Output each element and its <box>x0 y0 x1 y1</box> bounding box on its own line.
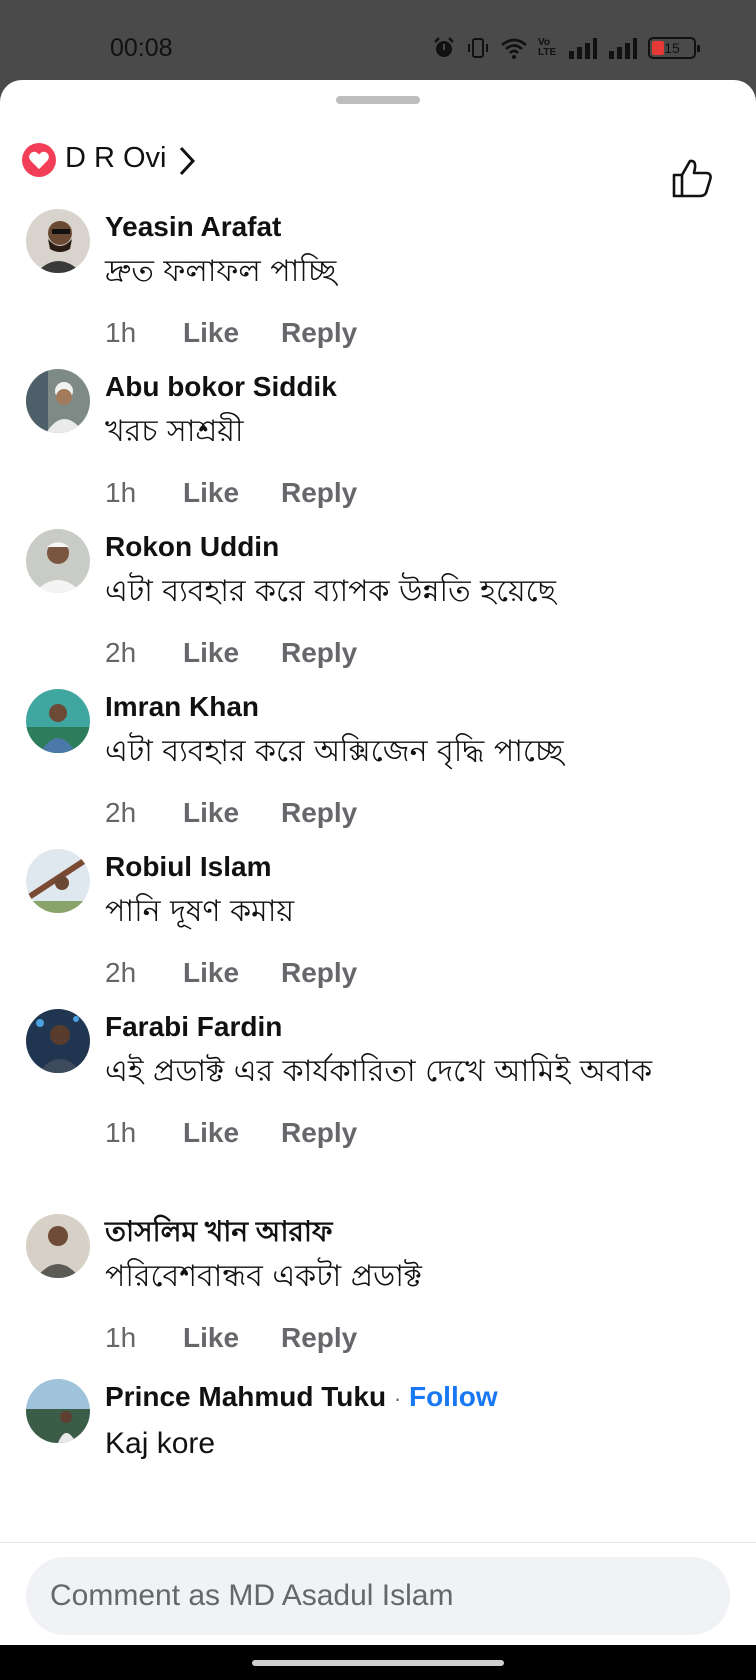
comment-item: Abu bokor Siddik খরচ সাশ্রয়ী 1h Like Re… <box>0 365 756 525</box>
signal-icon <box>609 38 637 59</box>
like-button[interactable]: Like <box>183 477 281 513</box>
comment-actions: 1h Like Reply <box>105 477 716 513</box>
comment-author[interactable]: Rokon Uddin <box>105 525 716 565</box>
comment-actions: 1h Like Reply <box>105 1322 716 1358</box>
comment-author[interactable]: Imran Khan <box>105 685 716 725</box>
comment-time: 1h <box>105 317 137 348</box>
comment-item: Robiul Islam পানি দূষণ কমায় 2h Like Rep… <box>0 845 756 1005</box>
comment-author: Prince Mahmud Tuku · Follow <box>105 1375 716 1417</box>
like-button[interactable]: Like <box>183 1322 281 1358</box>
comment-input[interactable]: Comment as MD Asadul Islam <box>26 1557 730 1635</box>
comment-text: খরচ সাশ্রয়ী <box>105 414 244 449</box>
chevron-right-icon[interactable] <box>176 144 198 178</box>
comment-text: পানি দূষণ কমায় <box>105 894 295 929</box>
comment-text: এটা ব্যবহার করে ব্যাপক উন্নতি হয়েছে <box>105 574 556 609</box>
comment-author[interactable]: তাসলিম খান আরাফ <box>105 1210 716 1250</box>
comment-text: দ্রুত ফলাফল পাচ্ছি <box>105 254 337 289</box>
comment-time: 2h <box>105 797 137 828</box>
wifi-icon <box>501 38 527 59</box>
comment-text: Kaj kore <box>105 1427 216 1460</box>
volte-icon: Vo LTE <box>538 37 557 58</box>
like-button[interactable]: Like <box>183 637 281 673</box>
comment-actions: 1h Like Reply <box>105 1117 716 1153</box>
avatar[interactable] <box>26 209 90 273</box>
status-time: 00:08 <box>110 34 173 62</box>
comment-item: Yeasin Arafat দ্রুত ফলাফল পাচ্ছি 1h Like… <box>0 205 756 365</box>
heart-icon <box>22 143 56 177</box>
avatar[interactable] <box>26 689 90 753</box>
comment-list: Yeasin Arafat দ্রুত ফলাফল পাচ্ছি 1h Like… <box>0 205 756 1495</box>
comment-item: Farabi Fardin এই প্রডাক্ট এর কার্যকারিতা… <box>0 1005 756 1210</box>
thumbs-up-icon[interactable] <box>670 156 714 200</box>
status-icons: Vo LTE 15 <box>432 36 700 60</box>
navigation-bar <box>0 1645 756 1680</box>
comment-actions: 2h Like Reply <box>105 637 716 673</box>
comment-author[interactable]: Yeasin Arafat <box>105 205 716 245</box>
comment-item: তাসলিম খান আরাফ পরিবেশবান্ধব একটা প্রডাক… <box>0 1210 756 1375</box>
reply-button[interactable]: Reply <box>281 957 357 993</box>
comment-time: 1h <box>105 1117 137 1148</box>
comment-time: 1h <box>105 1322 137 1353</box>
separator-dot: · <box>393 1386 402 1411</box>
comment-actions: 2h Like Reply <box>105 797 716 833</box>
like-button[interactable]: Like <box>183 317 281 353</box>
comment-author[interactable]: Abu bokor Siddik <box>105 365 716 405</box>
comment-text: এই প্রডাক্ট এর কার্যকারিতা দেখে আমিই অবা… <box>105 1054 653 1089</box>
comment-item: Imran Khan এটা ব্যবহার করে অক্সিজেন বৃদ্… <box>0 685 756 845</box>
avatar[interactable] <box>26 369 90 433</box>
sheet-header: D R Ovi <box>0 122 756 198</box>
alarm-icon <box>434 37 454 57</box>
comment-item: Prince Mahmud Tuku · Follow Kaj kore <box>0 1375 756 1495</box>
status-bar: 00:08 Vo LTE 15 <box>0 0 756 80</box>
comment-author[interactable]: Farabi Fardin <box>105 1005 716 1045</box>
reply-button[interactable]: Reply <box>281 317 357 353</box>
comment-time: 2h <box>105 637 137 668</box>
reply-button[interactable]: Reply <box>281 477 357 513</box>
home-indicator[interactable] <box>252 1660 504 1666</box>
reply-button[interactable]: Reply <box>281 1322 357 1358</box>
comment-actions: 2h Like Reply <box>105 957 716 993</box>
comment-author-name[interactable]: Prince Mahmud Tuku <box>105 1381 386 1412</box>
sheet-grabber[interactable] <box>336 96 420 104</box>
comment-text: পরিবেশবান্ধব একটা প্রডাক্ট <box>105 1259 423 1294</box>
comment-item: Rokon Uddin এটা ব্যবহার করে ব্যাপক উন্নত… <box>0 525 756 685</box>
reply-button[interactable]: Reply <box>281 797 357 833</box>
comment-time: 1h <box>105 477 137 508</box>
reactor-name[interactable]: D R Ovi <box>65 142 167 175</box>
signal-icon <box>569 38 597 59</box>
avatar[interactable] <box>26 529 90 593</box>
like-button[interactable]: Like <box>183 797 281 833</box>
battery-icon: 15 <box>648 37 700 59</box>
reply-button[interactable]: Reply <box>281 1117 357 1153</box>
reply-button[interactable]: Reply <box>281 637 357 673</box>
avatar[interactable] <box>26 1009 90 1073</box>
avatar[interactable] <box>26 849 90 913</box>
vibrate-icon <box>468 38 488 58</box>
like-button[interactable]: Like <box>183 957 281 993</box>
avatar[interactable] <box>26 1379 90 1443</box>
comment-author[interactable]: Robiul Islam <box>105 845 716 885</box>
comment-composer: Comment as MD Asadul Islam <box>0 1542 756 1645</box>
comment-actions: 1h Like Reply <box>105 317 716 353</box>
reactions-comments-sheet: D R Ovi Yeasin Arafat দ্রুত ফলাফল পাচ্ছি… <box>0 80 756 1645</box>
like-button[interactable]: Like <box>183 1117 281 1153</box>
comment-time: 2h <box>105 957 137 988</box>
follow-button[interactable]: Follow <box>409 1381 498 1412</box>
battery-level: 15 <box>664 40 680 56</box>
avatar[interactable] <box>26 1214 90 1278</box>
comment-text: এটা ব্যবহার করে অক্সিজেন বৃদ্ধি পাচ্ছে <box>105 734 564 769</box>
